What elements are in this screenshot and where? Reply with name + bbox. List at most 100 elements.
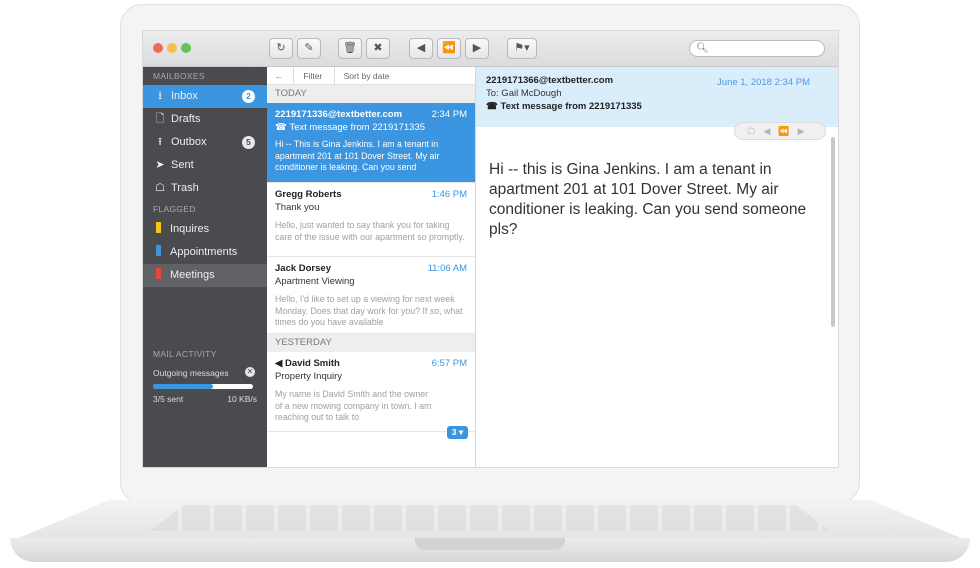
thread-count-badge[interactable]: 3 ▾ <box>447 426 468 439</box>
phone-icon: ☎ <box>486 101 501 112</box>
close-window-button[interactable] <box>153 43 163 53</box>
trash-icon: ☖ <box>155 182 165 194</box>
sidebar-item-inquires[interactable]: Inquires <box>143 218 267 241</box>
activity-stats: 3/5 sent 10 KB/s <box>143 394 267 404</box>
reply-icon: ◀ <box>416 42 426 54</box>
forward-button[interactable]: ▶ <box>465 38 489 59</box>
sidebar-item-label: Drafts <box>171 113 201 125</box>
reader-to: To: Gail McDough <box>486 88 562 99</box>
sidebar-item-label: Inbox <box>171 90 198 102</box>
flagged-heading: FLAGGED <box>153 204 196 214</box>
section-yesterday: YESTERDAY <box>267 334 475 352</box>
flag-menu-button[interactable]: ⚑▾ <box>507 38 537 59</box>
cancel-icon[interactable]: ✕ <box>245 367 255 377</box>
list-header: ← Filter Sort by date <box>267 67 475 85</box>
message-time: 6:57 PM <box>431 358 467 369</box>
compose-button[interactable]: ✎ <box>297 38 321 59</box>
refresh-icon: ↻ <box>276 42 286 54</box>
delete-button[interactable]: 🗑 <box>338 38 362 59</box>
outbox-icon: ⭱ <box>158 136 162 148</box>
mail-activity-heading: MAIL ACTIVITY <box>153 349 217 359</box>
message-item[interactable]: Gregg Roberts 1:46 PM Thank you Hello, j… <box>267 183 475 257</box>
reply-button[interactable]: ◀ <box>409 38 433 59</box>
search-icon: 🔍︎ <box>696 43 709 54</box>
reader-body: Hi -- this is Gina Jenkins. I am a tenan… <box>489 161 807 238</box>
outgoing-messages-label: Outgoing messages <box>153 368 229 378</box>
forward-icon[interactable]: ▶ <box>798 126 813 136</box>
outgoing-progress-bar <box>153 384 253 389</box>
reply-all-icon[interactable]: ⏪ <box>778 126 797 136</box>
sidebar-item-label: Inquires <box>170 223 210 235</box>
trash-icon[interactable]: ☖ <box>747 126 763 136</box>
minimize-window-button[interactable] <box>167 43 177 53</box>
message-preview: My name is David Smith and the owner of … <box>275 389 432 422</box>
message-time: 11:06 AM <box>427 263 467 274</box>
zoom-window-button[interactable] <box>181 43 191 53</box>
message-time: 1:46 PM <box>431 189 467 200</box>
message-preview: Hello, just wanted to say thank you for … <box>275 220 465 242</box>
reader-header: 2219171366@textbetter.com June 1, 2018 2… <box>476 67 838 127</box>
message-time: 2:34 PM <box>431 109 467 120</box>
sidebar-item-meetings[interactable]: Meetings <box>143 264 267 287</box>
sidebar-item-sent[interactable]: ➤ Sent <box>143 154 267 177</box>
search-input[interactable]: 🔍︎ <box>689 40 825 57</box>
sent-count: 3/5 sent <box>153 394 184 404</box>
inbox-icon: ⭳ <box>158 90 162 102</box>
outbox-badge: 5 <box>242 136 255 149</box>
thread-count: 3 <box>451 427 457 437</box>
sidebar-item-outbox[interactable]: ⭱ Outbox 5 <box>143 131 267 154</box>
reader-scrollbar[interactable] <box>831 137 835 327</box>
back-icon[interactable]: ← <box>267 67 291 85</box>
reply-all-icon: ⏪ <box>442 42 456 54</box>
message-item[interactable]: ◀ David Smith 6:57 PM Property Inquiry M… <box>267 352 475 439</box>
laptop-keyboard <box>150 505 830 531</box>
toolbar: ↻ ✎ 🗑 ✖ ◀ ⏪ ▶ ⚑▾ 🔍︎ <box>143 31 838 67</box>
unread-badge: 2 <box>242 90 255 103</box>
message-subject: Property Inquiry <box>275 371 343 382</box>
junk-button[interactable]: ✖ <box>366 38 390 59</box>
sidebar-item-label: Trash <box>171 182 199 194</box>
sidebar-item-appointments[interactable]: Appointments <box>143 241 267 264</box>
reader-subject-text: Text message from 2219171335 <box>500 101 642 112</box>
compose-icon: ✎ <box>304 42 314 54</box>
chevron-down-icon: ▾ <box>458 427 464 437</box>
flag-icon: ⚑▾ <box>514 42 530 54</box>
blue-flag-icon <box>156 245 161 256</box>
message-subject-text: Text message from 2219171335 <box>289 122 426 133</box>
filter-button[interactable]: Filter <box>293 67 331 85</box>
message-subject: ☎ Text message from 2219171335 <box>275 122 467 133</box>
reply-all-button[interactable]: ⏪ <box>437 38 461 59</box>
forward-icon: ▶ <box>472 42 482 54</box>
sent-icon: ➤ <box>155 159 165 171</box>
sidebar-item-drafts[interactable]: 🗋︎ Drafts <box>143 108 267 131</box>
replied-icon: ◀ <box>275 358 285 369</box>
sidebar-item-inbox[interactable]: ⭳ Inbox 2 <box>143 85 267 108</box>
sort-button[interactable]: Sort by date <box>333 67 399 85</box>
message-sender-text: David Smith <box>284 358 340 369</box>
message-item[interactable]: 2219171336@textbetter.com 2:34 PM ☎ Text… <box>267 103 475 183</box>
reader-date: June 1, 2018 2:34 PM <box>717 77 810 88</box>
sidebar-item-label: Appointments <box>170 246 238 258</box>
phone-icon: ☎ <box>275 122 290 133</box>
message-preview: Hello, I'd like to set up a viewing for … <box>275 294 463 327</box>
outgoing-messages-row: Outgoing messages ✕ <box>143 367 267 378</box>
message-preview: Hi -- This is Gina Jenkins. I am a tenan… <box>275 139 440 172</box>
sidebar-item-label: Outbox <box>171 136 207 148</box>
sidebar-item-label: Meetings <box>170 269 215 281</box>
reader-actions: ☖◀⏪▶ <box>734 122 826 140</box>
message-subject: Thank you <box>275 202 320 213</box>
mailboxes-heading: MAILBOXES <box>153 71 205 81</box>
drafts-icon: 🗋︎ <box>155 113 165 125</box>
reader-subject: ☎ Text message from 2219171335 <box>486 101 830 112</box>
message-item[interactable]: Jack Dorsey 11:06 AM Apartment Viewing H… <box>267 257 475 334</box>
refresh-button[interactable]: ↻ <box>269 38 293 59</box>
outgoing-progress-fill <box>153 384 213 389</box>
mail-app-window: ↻ ✎ 🗑 ✖ ◀ ⏪ ▶ ⚑▾ 🔍︎ MAILBOXES ⭳ Inbox 2 🗋… <box>142 30 839 468</box>
red-flag-icon <box>156 268 161 279</box>
reply-icon[interactable]: ◀ <box>764 126 779 136</box>
laptop-mockup: ↻ ✎ 🗑 ✖ ◀ ⏪ ▶ ⚑▾ 🔍︎ MAILBOXES ⭳ Inbox 2 🗋… <box>0 0 980 568</box>
sidebar-item-label: Sent <box>171 159 194 171</box>
sidebar-item-trash[interactable]: ☖ Trash <box>143 177 267 200</box>
laptop-notch <box>415 538 565 550</box>
thumbs-down-icon: ✖ <box>373 42 383 54</box>
